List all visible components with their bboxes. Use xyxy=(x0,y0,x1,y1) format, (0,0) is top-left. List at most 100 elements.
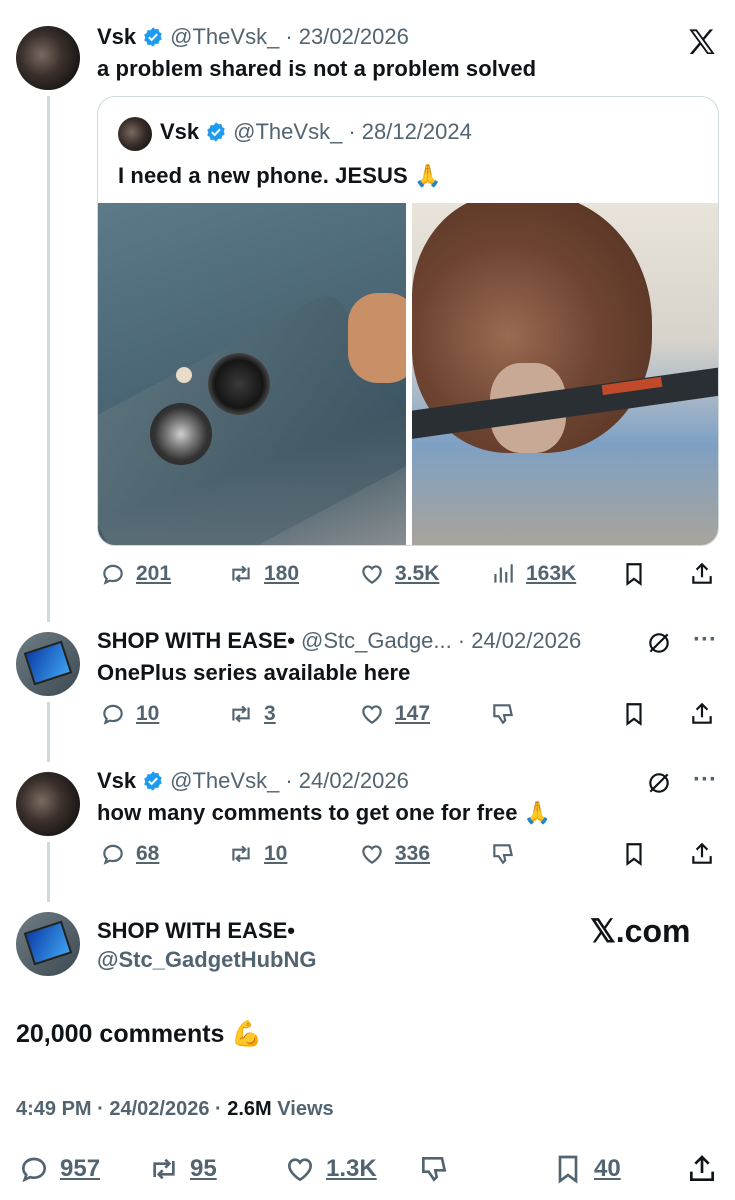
share-button[interactable] xyxy=(689,841,715,867)
dislike-icon xyxy=(490,701,516,727)
bookmark-button[interactable] xyxy=(621,701,647,727)
author-name[interactable]: SHOP WITH EASE• xyxy=(97,628,295,654)
reply-button[interactable]: 957 xyxy=(18,1153,100,1185)
quote-author-name: Vsk xyxy=(160,119,200,144)
reply-count: 957 xyxy=(60,1155,101,1182)
tweet-text: a problem shared is not a problem solved xyxy=(97,56,537,81)
tweet-text: 20,000 comments 💪 xyxy=(16,1020,263,1048)
brand-watermark: 𝕏.com xyxy=(590,913,691,949)
bookmark-button[interactable]: 40 xyxy=(552,1153,621,1185)
repost-icon xyxy=(228,841,254,867)
grok-icon xyxy=(646,630,672,656)
views-button[interactable]: 163K xyxy=(490,561,576,587)
tweet-header: SHOP WITH EASE• @Stc_Gadge... · 24/02/20… xyxy=(97,628,581,654)
quote-author-handle: @TheVsk_ xyxy=(233,119,343,144)
dislike-button[interactable] xyxy=(490,701,516,727)
reply-icon xyxy=(100,841,126,867)
tweet-text: how many comments to get one for free 🙏 xyxy=(97,800,552,825)
thread-line xyxy=(47,702,50,762)
reply-icon xyxy=(100,701,126,727)
tweet-date[interactable]: · 24/02/2026 xyxy=(285,768,409,794)
repost-icon xyxy=(148,1153,180,1185)
dislike-icon xyxy=(418,1153,450,1185)
quote-avatar xyxy=(118,117,152,151)
reply-count: 68 xyxy=(136,842,160,865)
grok-button[interactable] xyxy=(646,630,672,656)
tweet-header: Vsk @TheVsk_ · 24/02/2026 xyxy=(97,768,409,794)
share-button[interactable] xyxy=(689,701,715,727)
author-handle[interactable]: @Stc_GadgetHubNG xyxy=(97,947,316,973)
reply-button[interactable]: 10 xyxy=(100,701,159,727)
quote-photo-1[interactable] xyxy=(98,203,406,545)
author-handle[interactable]: @Stc_Gadge... xyxy=(301,628,452,654)
tweet-date[interactable]: · 23/02/2026 xyxy=(285,24,409,50)
more-icon[interactable]: ··· xyxy=(693,626,717,654)
quote-text: I need a new phone. JESUS 🙏 xyxy=(118,163,442,188)
verified-badge-icon xyxy=(207,122,225,142)
quoted-tweet[interactable]: Vsk @TheVsk_ · 28/12/2024 I need a new p… xyxy=(97,96,719,546)
tweet-time[interactable]: 4:49 PM xyxy=(16,1098,92,1120)
avatar[interactable] xyxy=(16,772,80,836)
bookmark-icon xyxy=(621,841,647,867)
tweet-date[interactable]: · 24/02/2026 xyxy=(458,628,582,654)
reply-button[interactable]: 68 xyxy=(100,841,159,867)
tweet-date[interactable]: · 24/02/2026 · xyxy=(97,1098,222,1120)
like-button[interactable]: 3.5K xyxy=(359,561,439,587)
tweet-text: OnePlus series available here xyxy=(97,660,411,685)
verified-badge-icon xyxy=(144,27,162,47)
author-name[interactable]: SHOP WITH EASE• xyxy=(97,918,295,944)
like-icon xyxy=(359,561,385,587)
repost-icon xyxy=(228,701,254,727)
quote-date: · 28/12/2024 xyxy=(348,119,472,144)
repost-button[interactable]: 95 xyxy=(148,1153,217,1185)
author-handle[interactable]: @TheVsk_ xyxy=(170,768,279,794)
share-button[interactable] xyxy=(686,1153,718,1185)
reply-count: 201 xyxy=(136,562,172,585)
quote-photo-2[interactable] xyxy=(412,203,718,545)
bookmark-icon xyxy=(621,561,647,587)
reply-count: 10 xyxy=(136,702,160,725)
avatar[interactable] xyxy=(16,26,80,90)
bookmark-button[interactable] xyxy=(621,841,647,867)
reply-icon xyxy=(100,561,126,587)
bookmark-icon xyxy=(621,701,647,727)
like-count: 3.5K xyxy=(395,562,440,585)
views-label: Views xyxy=(277,1098,334,1120)
author-name[interactable]: Vsk xyxy=(97,768,136,794)
like-count: 336 xyxy=(395,842,431,865)
bookmark-count: 40 xyxy=(594,1155,621,1182)
like-count: 147 xyxy=(395,702,431,725)
share-icon xyxy=(689,701,715,727)
views-count: 2.6M xyxy=(227,1098,272,1120)
repost-button[interactable]: 180 xyxy=(228,561,299,587)
like-icon xyxy=(284,1153,316,1185)
like-button[interactable]: 1.3K xyxy=(284,1153,377,1185)
grok-button[interactable] xyxy=(646,770,672,796)
author-name[interactable]: Vsk xyxy=(97,24,136,50)
share-button[interactable] xyxy=(689,561,715,587)
share-icon xyxy=(689,561,715,587)
views-count: 163K xyxy=(526,562,577,585)
avatar[interactable] xyxy=(16,632,80,696)
bookmark-icon xyxy=(552,1153,584,1185)
repost-button[interactable]: 3 xyxy=(228,701,276,727)
author-handle[interactable]: @TheVsk_ xyxy=(170,24,279,50)
views-icon xyxy=(490,561,516,587)
like-count: 1.3K xyxy=(326,1155,377,1182)
reply-button[interactable]: 201 xyxy=(100,561,171,587)
avatar[interactable] xyxy=(16,912,80,976)
more-icon[interactable]: ··· xyxy=(693,766,717,794)
repost-button[interactable]: 10 xyxy=(228,841,287,867)
like-button[interactable]: 147 xyxy=(359,701,430,727)
repost-count: 10 xyxy=(264,842,288,865)
dislike-button[interactable] xyxy=(418,1153,450,1185)
grok-icon xyxy=(646,770,672,796)
repost-count: 3 xyxy=(264,702,276,725)
dislike-button[interactable] xyxy=(490,841,516,867)
repost-count: 95 xyxy=(190,1155,217,1182)
like-button[interactable]: 336 xyxy=(359,841,430,867)
x-logo-icon[interactable] xyxy=(686,26,718,58)
repost-count: 180 xyxy=(264,562,300,585)
tweet-meta: 4:49 PM · 24/02/2026 · 2.6M Views xyxy=(16,1098,334,1121)
bookmark-button[interactable] xyxy=(621,561,647,587)
